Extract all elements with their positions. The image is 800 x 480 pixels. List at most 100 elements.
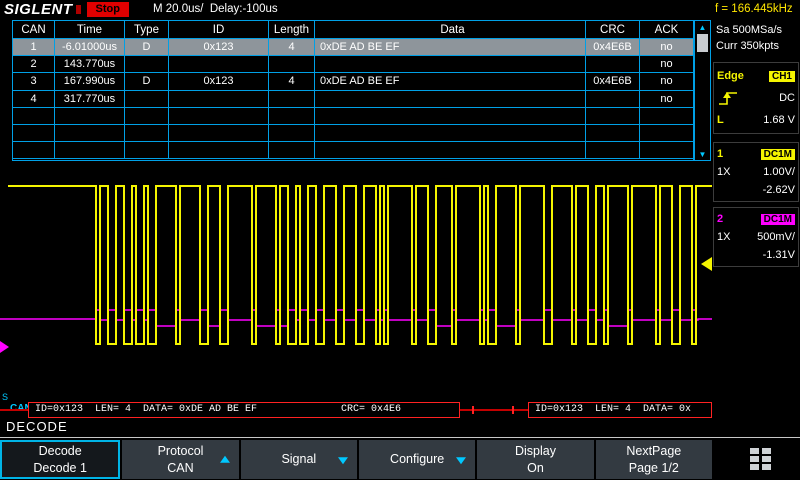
table-cell [640, 108, 693, 125]
button-value: On [527, 460, 544, 475]
channel1-number: 1 [717, 148, 724, 160]
brand-logo: SIGLENT [4, 0, 73, 18]
decoded-frame: ID=0x123 LEN= 4 DATA= 0x [528, 402, 712, 418]
table-cell: 167.990us [55, 73, 125, 91]
button-value: Page 1/2 [628, 460, 679, 475]
menu-section-title: DECODE [6, 419, 68, 434]
scroll-up-icon[interactable]: ▲ [695, 21, 710, 33]
table-cell [315, 142, 586, 160]
channel1-status-box[interactable]: 1 DC1M 1X 1.00V/ -2.62V [713, 142, 799, 202]
scrollbar-thumb[interactable] [697, 34, 708, 52]
memory-depth: Curr 350kpts [716, 40, 779, 52]
table-row[interactable]: 2 143.770us no [13, 56, 693, 74]
column-header: Data [315, 21, 586, 39]
run-state-badge[interactable]: Stop [86, 1, 129, 17]
table-cell [586, 90, 640, 108]
table-cell [55, 142, 125, 160]
oscilloscope-screen: SIGLENT Stop M 20.0us/ Delay:-100us f = … [0, 0, 800, 480]
scroll-down-icon[interactable]: ▼ [695, 148, 710, 160]
table-cell [125, 107, 169, 125]
column-header: Time [55, 21, 125, 39]
button-label: Decode [38, 443, 82, 458]
table-cell [586, 107, 640, 125]
table-row[interactable] [13, 107, 693, 125]
table-cell: 0x4E6B [586, 39, 640, 57]
channel1-coupling-badge: DC1M [760, 148, 795, 160]
channel2-offset: -1.31V [762, 249, 795, 261]
serial-bus-indicator: S [2, 392, 9, 402]
channel1-trace [8, 185, 712, 345]
frame-boundary-tick [472, 406, 474, 414]
sample-rate: Sa 500MSa/s [716, 24, 783, 36]
table-cell: 3 [13, 73, 55, 91]
frequency-counter: f = 166.445kHz [715, 3, 793, 15]
table-cell: 0x123 [169, 39, 269, 57]
timebase-readout: M 20.0us/ Delay:-100us [152, 3, 278, 15]
button-value: Decode 1 [33, 460, 87, 475]
table-cell: 0x4E6B [586, 73, 640, 91]
table-cell [640, 142, 693, 160]
table-cell [125, 142, 169, 160]
table-row[interactable]: 1 -6.01000us D 0x123 4 0xDE AD BE EF 0x4E6B no [13, 39, 693, 57]
channel2-coupling-badge: DC1M [760, 213, 795, 225]
chevron-down-icon [337, 456, 348, 464]
menu-button-configure[interactable]: Configure [358, 440, 476, 479]
table-row[interactable]: 3 167.990us D 0x123 4 0xDE AD BE EF 0x4E6B no [13, 73, 693, 91]
table-cell [13, 107, 55, 125]
channel2-scale: 500mV/ [757, 231, 795, 243]
table-cell: no [640, 73, 693, 91]
trigger-level-label: L [717, 114, 724, 126]
chevron-down-icon [456, 456, 467, 464]
table-cell [586, 142, 640, 160]
menu-button-display[interactable]: Display On [477, 440, 594, 479]
frame-boundary-tick [512, 406, 514, 414]
table-cell [586, 56, 640, 74]
table-cell: 4 [269, 39, 315, 57]
table-row[interactable]: 4 317.770us no [13, 90, 693, 108]
table-cell [13, 124, 55, 143]
column-header: CAN [13, 21, 55, 39]
table-header-row: CAN Time Type ID Length Data CRC ACK [13, 21, 693, 39]
channel2-number: 2 [717, 213, 724, 225]
table-cell [269, 124, 315, 143]
button-label: Protocol [157, 443, 204, 458]
table-cell [169, 124, 269, 143]
channel2-attenuation: 1X [717, 231, 731, 243]
menu-button-signal[interactable]: Signal [240, 440, 357, 479]
button-label: NextPage [626, 443, 682, 458]
table-cell: 2 [13, 56, 55, 74]
button-label: Configure [390, 452, 445, 466]
menu-button-decode[interactable]: Decode Decode 1 [0, 440, 121, 479]
column-header: ID [169, 21, 269, 39]
table-cell: no [640, 91, 693, 108]
table-cell [13, 142, 55, 160]
channel1-attenuation: 1X [717, 166, 731, 178]
table-row[interactable] [13, 124, 693, 143]
table-scrollbar[interactable]: ▲ ▼ [694, 20, 711, 161]
column-header: ACK [640, 21, 693, 39]
trigger-level-marker [701, 257, 712, 271]
menu-grid-icon[interactable] [746, 445, 776, 473]
table-cell [269, 107, 315, 125]
channel1-offset: -2.62V [762, 184, 795, 196]
menu-button-protocol[interactable]: Protocol CAN [122, 440, 239, 479]
channel2-status-box[interactable]: 2 DC1M 1X 500mV/ -1.31V [713, 207, 799, 267]
table-cell [315, 56, 586, 74]
table-cell [269, 90, 315, 108]
table-cell: no [640, 39, 693, 57]
table-cell: 143.770us [55, 56, 125, 74]
menu-button-nextpage[interactable]: NextPage Page 1/2 [595, 440, 712, 479]
table-cell [125, 90, 169, 108]
trigger-status-box[interactable]: Edge CH1 DC L 1.68 V [713, 62, 799, 134]
table-cell: 4 [269, 73, 315, 91]
waveform-display [0, 185, 712, 353]
table-cell: D [125, 73, 169, 91]
table-cell: 1 [13, 39, 55, 57]
table-row[interactable] [13, 142, 693, 160]
table-cell: 317.770us [55, 90, 125, 108]
softkey-menu-bar: Decode Decode 1 Protocol CAN Signal Conf… [0, 437, 800, 480]
trigger-level-value: 1.68 V [763, 114, 795, 126]
table-cell: 0xDE AD BE EF [315, 39, 586, 57]
decode-result-table: CAN Time Type ID Length Data CRC ACK 1 -6… [12, 20, 694, 161]
table-cell [169, 90, 269, 108]
